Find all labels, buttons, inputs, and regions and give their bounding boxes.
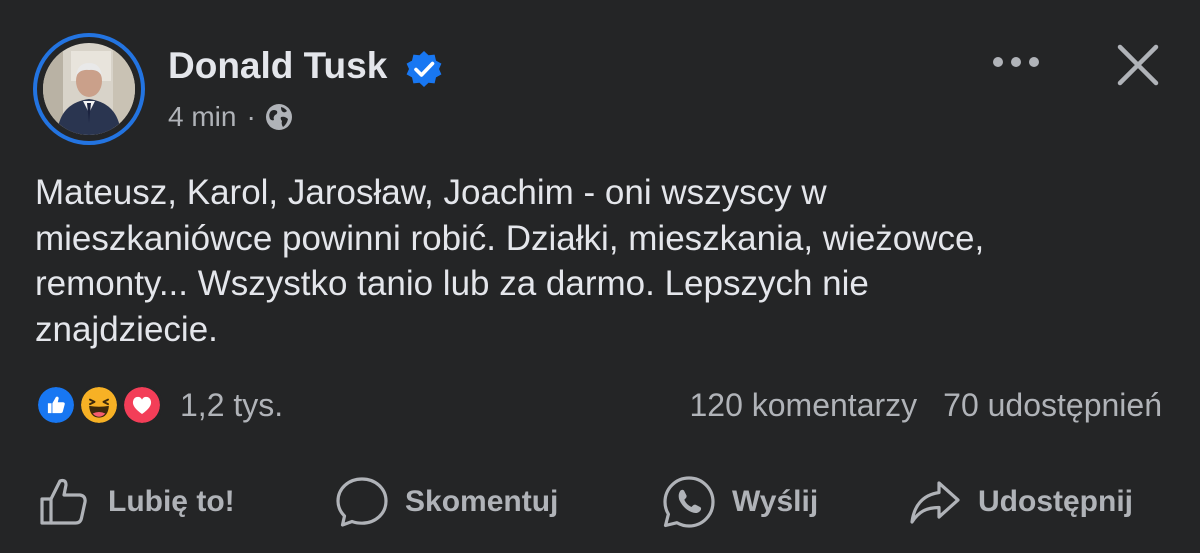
post-time[interactable]: 4 min — [168, 101, 236, 133]
like-button[interactable]: Lubię to! — [36, 472, 235, 532]
engagement-counts: 120 komentarzy 70 udostępnień — [689, 385, 1162, 425]
share-button[interactable]: Udostępnij — [906, 472, 1133, 532]
meta-separator: · — [246, 101, 256, 132]
post-text: Mateusz, Karol, Jarosław, Joachim - oni … — [35, 173, 985, 349]
like-button-label: Lubię to! — [108, 485, 235, 518]
thumbs-up-icon — [40, 478, 87, 525]
love-reaction-icon — [121, 384, 163, 426]
author-name[interactable]: Donald Tusk — [168, 44, 387, 88]
haha-reaction-icon — [78, 384, 120, 426]
comments-count[interactable]: 120 komentarzy — [689, 385, 917, 425]
send-button[interactable]: Wyślij — [660, 472, 818, 532]
globe-icon[interactable] — [264, 102, 294, 132]
more-options-icon[interactable] — [985, 42, 1047, 82]
comment-icon — [336, 477, 388, 527]
send-button-label: Wyślij — [732, 485, 819, 518]
avatar-photo — [43, 43, 135, 135]
like-reaction-icon — [35, 384, 77, 426]
comment-button[interactable]: Skomentuj — [333, 472, 558, 532]
whatsapp-icon — [663, 476, 715, 528]
close-icon[interactable] — [1108, 35, 1168, 95]
share-arrow-icon — [910, 481, 960, 524]
shares-count[interactable]: 70 udostępnień — [943, 385, 1162, 425]
share-button-label: Udostępnij — [978, 485, 1133, 518]
verified-badge-icon — [406, 51, 442, 87]
reaction-count[interactable]: 1,2 tys. — [180, 385, 283, 425]
post-meta: 4 min · — [168, 100, 294, 134]
author-avatar[interactable] — [33, 33, 145, 145]
comment-button-label: Skomentuj — [405, 485, 559, 518]
reactions-summary[interactable] — [35, 382, 175, 428]
